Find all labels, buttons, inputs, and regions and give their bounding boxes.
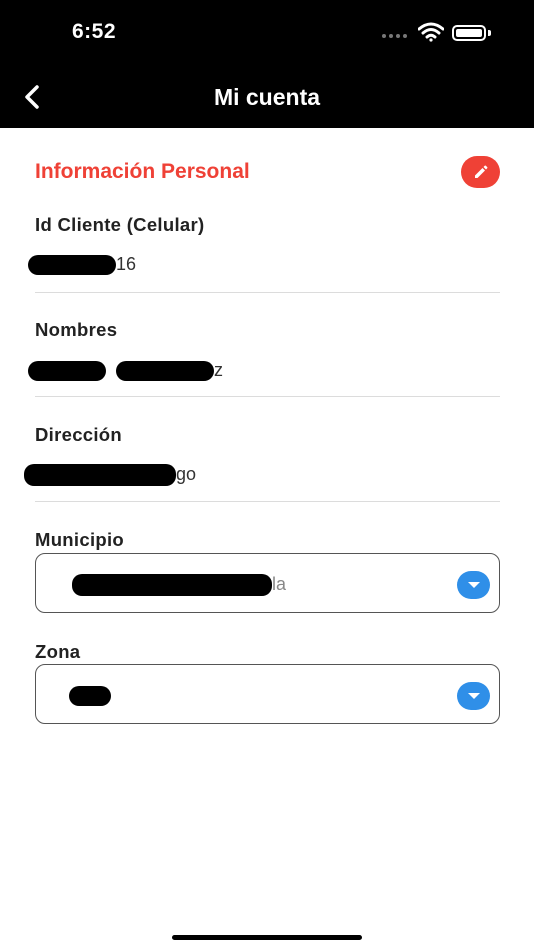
direccion-value: go	[24, 464, 196, 487]
redacted-block	[28, 255, 116, 276]
divider	[35, 396, 500, 397]
app-header: 6:52 Mi cuenta	[0, 0, 534, 128]
zona-select[interactable]	[35, 664, 500, 724]
nombres-label: Nombres	[35, 319, 118, 340]
redacted-block	[116, 361, 214, 382]
municipio-label: Municipio	[35, 529, 125, 550]
municipio-select[interactable]: la	[35, 553, 500, 613]
cellular-signal-icon	[382, 34, 407, 38]
municipio-dropdown-button[interactable]	[457, 571, 490, 599]
status-time: 6:52	[72, 20, 117, 43]
chevron-down-icon	[467, 582, 480, 588]
wifi-icon	[418, 22, 444, 42]
redacted-block	[24, 464, 176, 487]
direccion-label: Dirección	[35, 424, 123, 445]
id-cliente-value: 16	[28, 254, 136, 276]
pencil-icon	[474, 165, 487, 178]
chevron-down-icon	[467, 693, 480, 699]
redacted-block	[28, 361, 106, 382]
redacted-block	[69, 686, 111, 707]
page-title: Mi cuenta	[213, 84, 321, 110]
divider	[35, 292, 500, 293]
divider	[35, 501, 500, 502]
zona-dropdown-button[interactable]	[457, 682, 490, 710]
edit-button[interactable]	[461, 156, 500, 188]
municipio-selected-value: la	[72, 574, 286, 597]
zona-selected-value	[69, 685, 111, 707]
nombres-value: z	[28, 360, 223, 382]
id-cliente-label: Id Cliente (Celular)	[35, 214, 205, 235]
home-indicator[interactable]	[172, 935, 362, 940]
section-title: Información Personal	[35, 160, 250, 183]
zona-label: Zona	[35, 641, 81, 662]
redacted-block	[72, 574, 272, 597]
battery-icon	[452, 25, 486, 41]
